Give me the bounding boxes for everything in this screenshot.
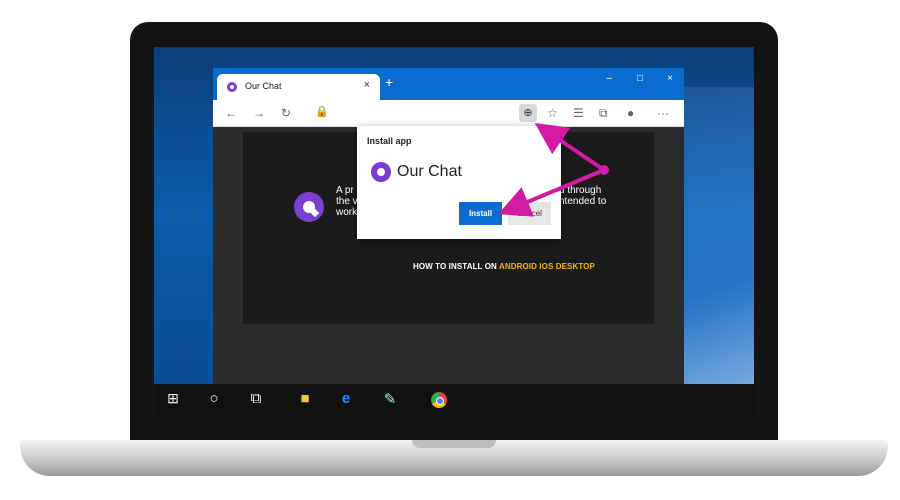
paint-icon[interactable]: ✎	[379, 390, 401, 408]
start-windows-icon[interactable]: ⊞	[162, 390, 184, 407]
install-app-dialog: Install app Our Chat Install Cancel	[357, 126, 561, 239]
cancel-button[interactable]: Cancel	[508, 202, 551, 225]
tab-close-icon[interactable]: ×	[364, 79, 370, 91]
our-chat-dialog-logo-icon	[371, 162, 391, 182]
search-circle-icon[interactable]: ○	[203, 390, 225, 407]
back-icon[interactable]: ←	[225, 106, 237, 120]
new-tab-button[interactable]: +	[385, 74, 393, 90]
install-button[interactable]: Install	[459, 202, 502, 225]
how-to-install-link[interactable]: HOW TO INSTALL ON ANDROID IOS DESKTOP	[413, 262, 595, 271]
tab-our-chat[interactable]: Our Chat ×	[217, 74, 380, 100]
windows-taskbar: ⊞ ○ ⧉ ■ e ✎	[154, 384, 754, 416]
browser-toolbar: ← → ↻ 🔒 ⊕ ☆ ☰ ⧉ ● ···	[213, 100, 684, 127]
chrome-icon[interactable]	[431, 392, 447, 408]
dialog-app-name: Our Chat	[397, 163, 462, 180]
favorites-list-icon[interactable]: ☰	[573, 106, 584, 120]
task-view-icon[interactable]: ⧉	[245, 390, 267, 407]
forward-icon[interactable]: →	[253, 106, 265, 120]
laptop-base	[20, 440, 888, 476]
edge-browser-icon[interactable]: e	[335, 390, 357, 407]
lock-icon: 🔒	[315, 106, 329, 118]
collections-icon[interactable]: ⧉	[599, 106, 608, 121]
profile-avatar-icon[interactable]: ●	[627, 106, 634, 120]
file-explorer-icon[interactable]: ■	[294, 390, 316, 407]
our-chat-logo-large-icon	[294, 192, 324, 222]
maximize-button[interactable]: □	[629, 73, 651, 84]
close-window-button[interactable]: ×	[659, 73, 681, 84]
minimize-button[interactable]: –	[598, 73, 620, 84]
app-description-right: d through ntended to	[559, 185, 607, 207]
address-bar[interactable]: 🔒	[303, 104, 543, 122]
app-install-icon[interactable]: ⊕	[519, 104, 537, 122]
our-chat-logo-icon	[227, 82, 237, 92]
how-to-install-text: HOW TO INSTALL ON	[413, 262, 499, 271]
platforms-highlight[interactable]: ANDROID IOS DESKTOP	[499, 262, 595, 271]
more-menu-icon[interactable]: ···	[657, 106, 669, 120]
tab-title: Our Chat	[245, 81, 282, 91]
laptop-notch	[412, 440, 496, 448]
favorite-star-icon[interactable]: ☆	[547, 106, 558, 120]
refresh-icon[interactable]: ↻	[281, 106, 291, 120]
dialog-title: Install app	[367, 136, 412, 146]
browser-titlebar: Our Chat × + – □ ×	[213, 68, 684, 100]
